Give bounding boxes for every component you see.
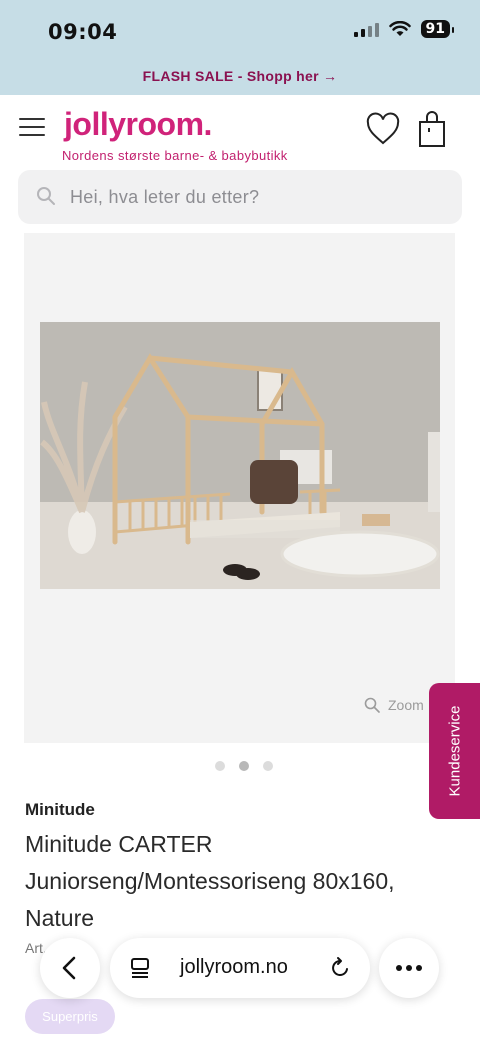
zoom-icon	[364, 697, 380, 713]
more-icon	[396, 965, 422, 971]
zoom-label: Zoom	[388, 697, 424, 713]
reload-icon[interactable]	[328, 956, 352, 980]
top-banner: 09:04 91 FLASH SALE - Shopp her →	[0, 0, 480, 95]
product-title: Minitude CARTER Juniorseng/Montessorisen…	[25, 831, 395, 931]
product-brand[interactable]: Minitude	[25, 800, 95, 820]
url-text: jollyroom.no	[180, 956, 288, 978]
bag-icon[interactable]	[418, 110, 446, 148]
tagline: Nordens største barne- & babybutikk	[62, 148, 288, 163]
tabs-icon	[131, 958, 149, 978]
back-button[interactable]	[40, 938, 100, 998]
carousel-dots[interactable]	[215, 761, 273, 771]
bed-illustration	[40, 322, 440, 589]
superpris-badge: Superpris	[25, 999, 115, 1034]
logo[interactable]: jollyroom.	[64, 106, 212, 143]
back-icon	[62, 956, 76, 980]
heart-icon[interactable]	[365, 112, 401, 146]
wifi-icon	[388, 21, 411, 36]
product-image[interactable]	[40, 322, 440, 589]
battery-indicator: 91	[420, 20, 455, 38]
status-icons: 91	[353, 20, 455, 38]
search-icon	[37, 187, 55, 205]
zoom-button[interactable]: Zoom	[364, 697, 424, 713]
carousel-dot[interactable]	[263, 761, 273, 771]
kundeservice-label: Kundeservice	[446, 705, 463, 797]
carousel-dot[interactable]	[215, 761, 225, 771]
search-placeholder: Hei, hva leter du etter?	[70, 187, 260, 207]
more-button[interactable]	[379, 938, 439, 998]
menu-icon[interactable]	[19, 118, 45, 136]
status-time: 09:04	[48, 20, 118, 44]
carousel-dot-active[interactable]	[239, 761, 249, 771]
search-input[interactable]: Hei, hva leter du etter?	[18, 170, 462, 224]
address-bar[interactable]: jollyroom.no	[110, 938, 370, 998]
kundeservice-tab[interactable]: Kundeservice	[429, 683, 480, 819]
signal-icon	[353, 21, 379, 37]
product-gallery[interactable]: Zoom	[24, 233, 455, 743]
flash-sale-link[interactable]: FLASH SALE - Shopp her →	[0, 68, 480, 84]
